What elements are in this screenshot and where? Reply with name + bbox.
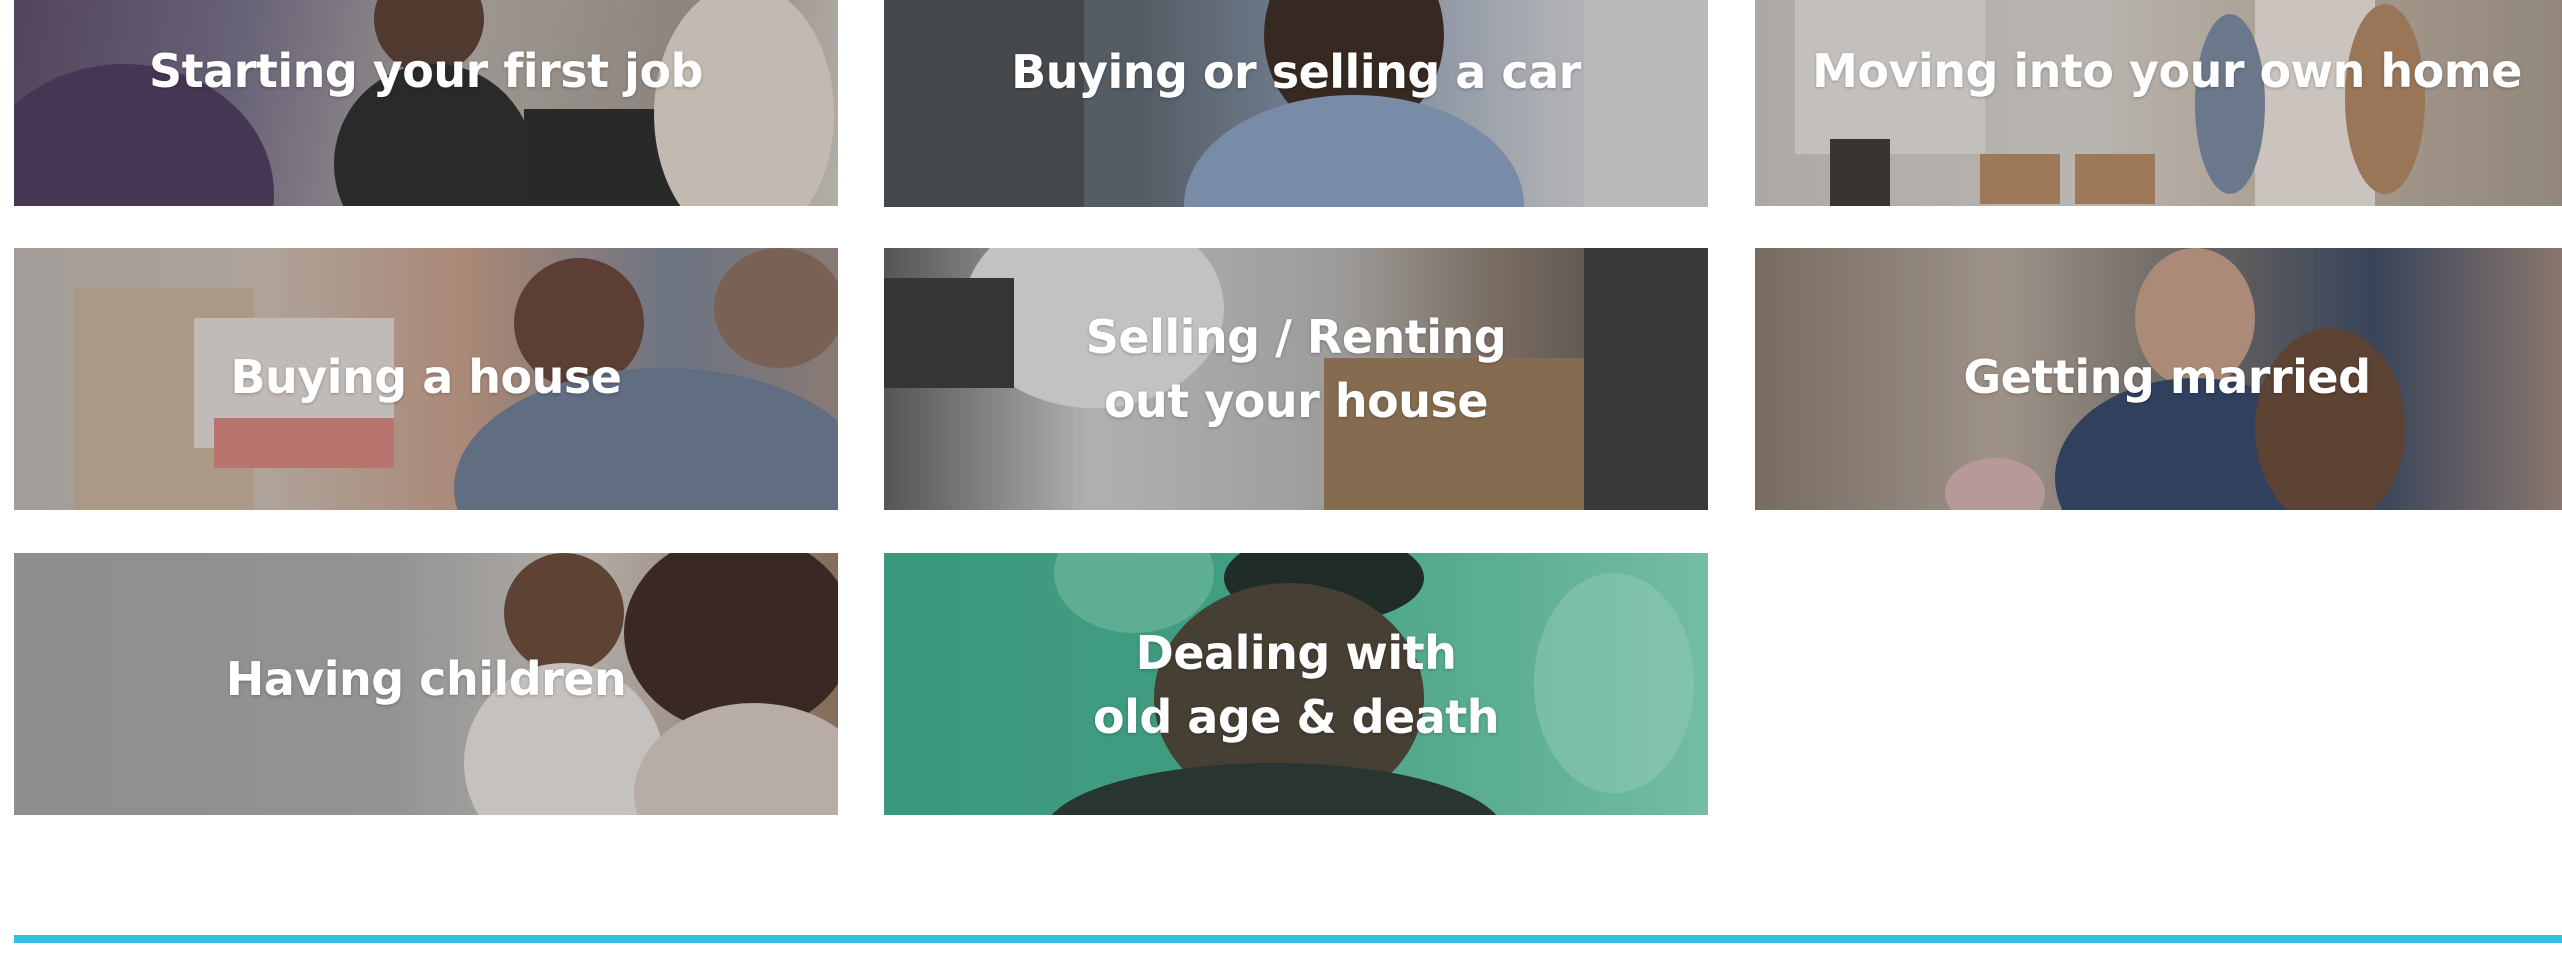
tile-overlay: [14, 0, 838, 206]
tile-label-moving-own-home: Moving into your own home: [1812, 44, 2522, 98]
accent-divider-bar: [14, 935, 2562, 943]
tile-moving-own-home[interactable]: Moving into your own home: [1755, 0, 2562, 206]
tile-overlay: [1755, 0, 2562, 206]
tile-getting-married[interactable]: Getting married: [1755, 248, 2562, 510]
tile-dealing-old-age-death[interactable]: Dealing with old age & death: [884, 553, 1708, 815]
tile-label-selling-renting-house: Selling / Renting out your house: [1085, 310, 1507, 428]
tile-buying-house[interactable]: Buying a house: [14, 248, 838, 510]
tile-label-buying-selling-car: Buying or selling a car: [1011, 45, 1581, 99]
tile-label-buying-house: Buying a house: [230, 350, 623, 404]
life-events-page: Starting your first job Buying or sellin…: [0, 0, 2562, 957]
tile-label-having-children: Having children: [225, 652, 627, 706]
tile-selling-renting-house[interactable]: Selling / Renting out your house: [884, 248, 1708, 510]
tile-having-children[interactable]: Having children: [14, 553, 838, 815]
tile-label-getting-married: Getting married: [1963, 350, 2371, 404]
tile-label-dealing-old-age-death: Dealing with old age & death: [1092, 626, 1500, 744]
tile-starting-first-job[interactable]: Starting your first job: [14, 0, 838, 206]
tile-buying-selling-car[interactable]: Buying or selling a car: [884, 0, 1708, 207]
tile-label-starting-first-job: Starting your first job: [149, 44, 703, 98]
